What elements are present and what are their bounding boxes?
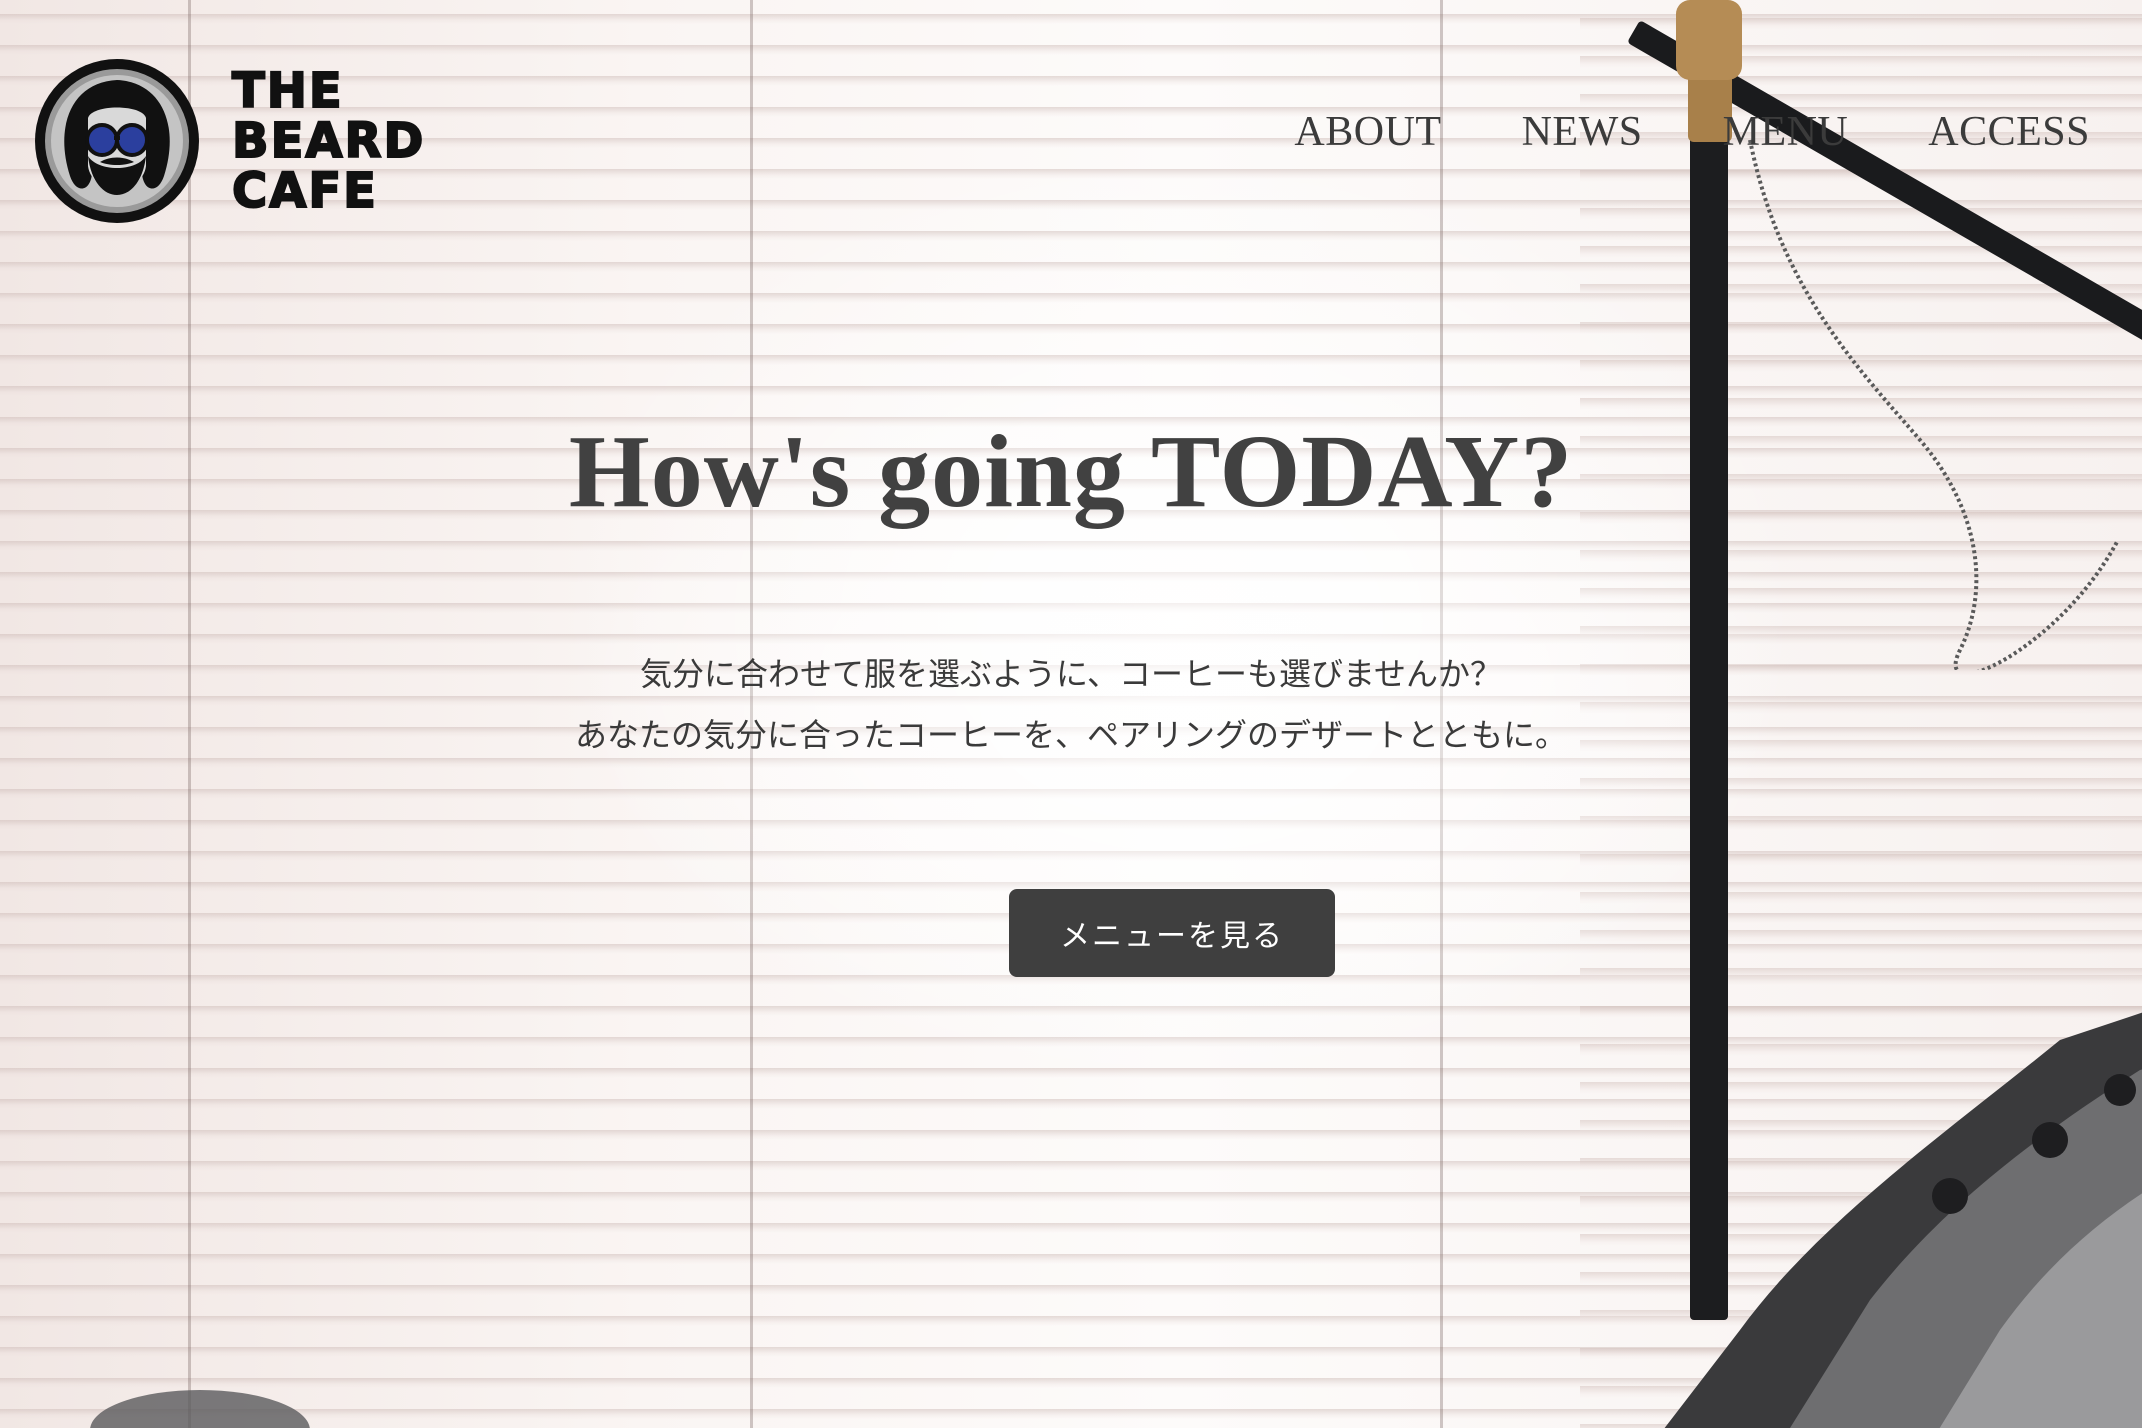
hero-copy-line-1: 気分に合わせて服を選ぶように、コーヒーも選びませんか？ — [639, 655, 1503, 693]
hero-title: How's going TODAY? — [568, 414, 1574, 529]
brand-line-1: THE — [231, 63, 344, 119]
lamp-cable — [1748, 139, 2120, 670]
brand-logo-link[interactable]: THE BEARD CAFE — [32, 56, 425, 226]
hero-copy-line-2: あなたの気分に合ったコーヒーを、ペアリングのデザートとともに。 — [574, 716, 1567, 754]
hero-copy: 気分に合わせて服を選ぶように、コーヒーも選びませんか？ あなたの気分に合ったコー… — [0, 644, 2142, 766]
view-menu-button[interactable]: メニューを見る — [1009, 889, 1335, 977]
nav-about[interactable]: ABOUT — [1294, 108, 1441, 156]
nav-access[interactable]: ACCESS — [1928, 108, 2090, 156]
brand-line-3: CAFE — [231, 163, 378, 219]
bearded-man-sunglasses-icon — [35, 59, 199, 223]
jacket — [1664, 1012, 2142, 1428]
lamp-joint — [1676, 0, 1742, 80]
nav-menu[interactable]: MENU — [1723, 108, 1849, 156]
main-nav: ABOUT NEWS MENU ACCESS — [1294, 108, 2090, 156]
brand-line-2: BEARD — [231, 113, 426, 169]
nav-news[interactable]: NEWS — [1522, 108, 1643, 156]
brand-wordmark: THE BEARD CAFE — [231, 63, 426, 219]
